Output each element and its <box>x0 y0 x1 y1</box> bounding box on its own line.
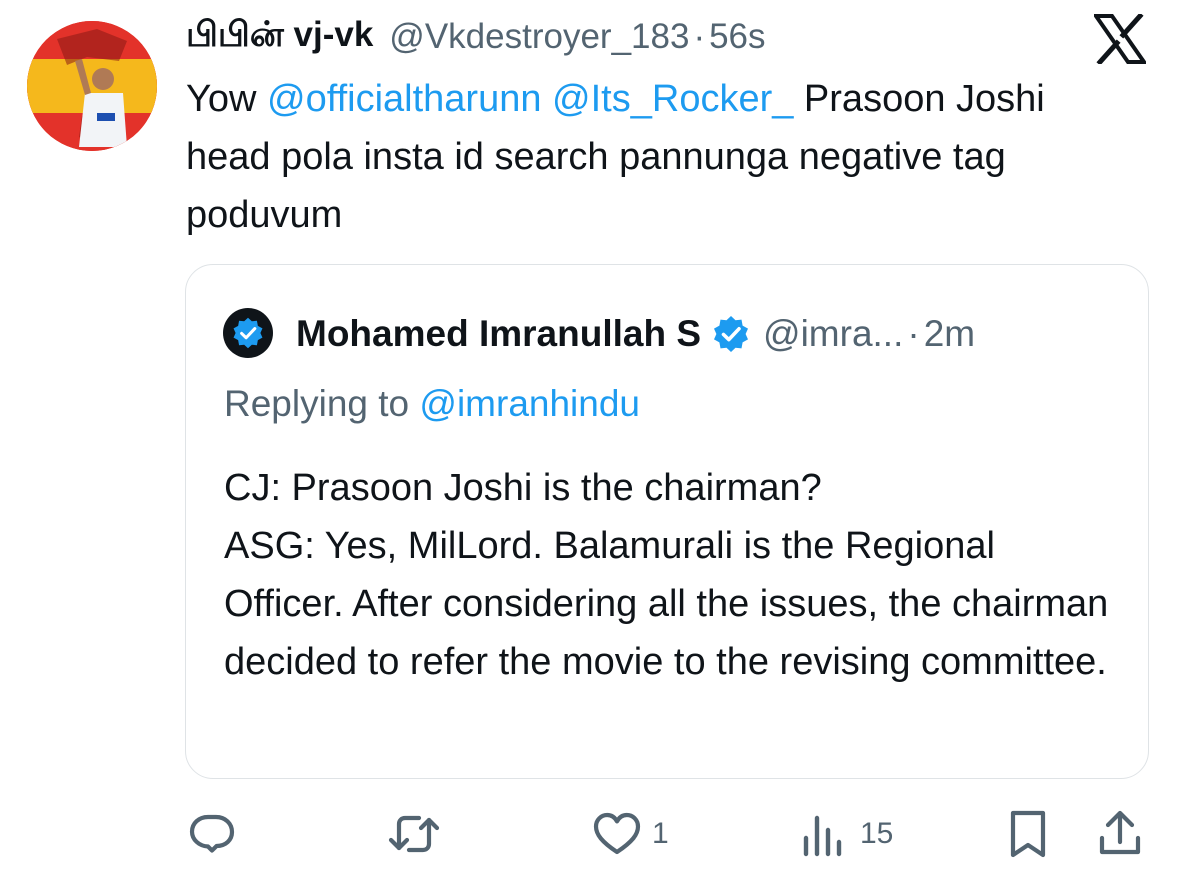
bookmark-button[interactable] <box>1006 806 1050 862</box>
quoted-author-handle[interactable]: @imra... <box>763 313 903 355</box>
bookmark-icon <box>1010 810 1046 858</box>
reply-icon <box>189 814 235 853</box>
like-icon <box>593 812 641 855</box>
retweet-icon <box>388 815 440 853</box>
mention-link[interactable]: @Its_Rocker_ <box>552 78 793 120</box>
tweet-text: Yow @officialtharunn @Its_Rocker_ Prasoo… <box>186 70 1136 244</box>
separator-dot: · <box>907 313 920 354</box>
replying-to-label: Replying to <box>224 383 420 424</box>
quoted-tweet-text: CJ: Prasoon Joshi is the chairman? ASG: … <box>224 459 1124 691</box>
quoted-author-avatar[interactable] <box>223 308 273 358</box>
share-button[interactable] <box>1096 806 1144 862</box>
views-button[interactable]: 15 <box>800 806 893 862</box>
tweet-action-bar: 1 15 <box>0 806 1178 862</box>
quoted-tweet-header: Mohamed Imranullah S @imra... · 2m <box>296 309 975 359</box>
reply-button[interactable] <box>186 806 238 862</box>
quoted-text-line: CJ: Prasoon Joshi is the chairman? <box>224 467 822 509</box>
share-icon <box>1099 810 1141 855</box>
verified-badge-icon <box>714 316 749 352</box>
tweet-timestamp[interactable]: 56s <box>709 17 765 57</box>
x-logo-icon <box>1092 12 1148 66</box>
quoted-text-line: ASG: Yes, MilLord. Balamurali is the Reg… <box>224 525 1109 683</box>
quoted-tweet-timestamp[interactable]: 2m <box>924 313 975 355</box>
views-count: 15 <box>860 817 894 850</box>
separator-dot: · <box>693 17 706 56</box>
replying-to-line: Replying to @imranhindu <box>224 383 640 425</box>
quoted-author-display-name[interactable]: Mohamed Imranullah S <box>296 313 701 355</box>
author-display-name[interactable]: பிபின் vj-vk <box>186 15 373 59</box>
tweet-header: பிபின் vj-vk @Vkdestroyer_183 · 56s <box>186 14 766 60</box>
text-prefix: Yow <box>186 78 267 120</box>
author-avatar[interactable] <box>27 21 157 151</box>
author-handle[interactable]: @Vkdestroyer_183 <box>389 17 689 57</box>
like-count: 1 <box>652 817 669 850</box>
mention-link[interactable]: @officialtharunn <box>267 78 541 120</box>
views-icon <box>803 815 842 857</box>
replying-to-handle[interactable]: @imranhindu <box>419 383 640 424</box>
retweet-button[interactable] <box>386 806 442 862</box>
like-button[interactable]: 1 <box>592 806 669 862</box>
quoted-tweet-card[interactable]: Mohamed Imranullah S @imra... · 2m Reply… <box>185 264 1149 779</box>
